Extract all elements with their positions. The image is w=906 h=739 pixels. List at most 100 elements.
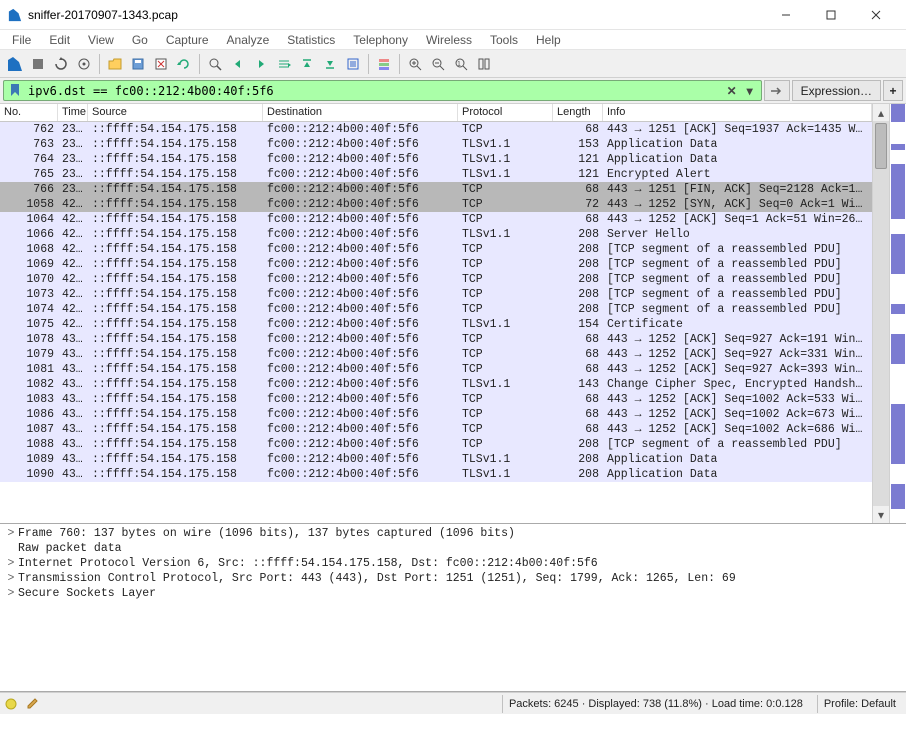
packet-list-header[interactable]: No. Time Source Destination Protocol Len…: [0, 104, 872, 122]
packet-row[interactable]: 106942…::ffff:54.154.175.158fc00::212:4b…: [0, 257, 872, 272]
scroll-up-icon[interactable]: ▴: [873, 104, 889, 121]
add-filter-button[interactable]: +: [883, 80, 903, 101]
packet-row[interactable]: 107943…::ffff:54.154.175.158fc00::212:4b…: [0, 347, 872, 362]
packet-row[interactable]: 106842…::ffff:54.154.175.158fc00::212:4b…: [0, 242, 872, 257]
filter-input-wrapper: ✕ ▾: [3, 80, 762, 101]
packet-minimap[interactable]: [889, 104, 906, 523]
go-forward-button[interactable]: [250, 53, 272, 75]
edit-capture-comment-icon[interactable]: [26, 697, 40, 711]
col-header-time[interactable]: Time: [58, 104, 88, 121]
packet-row[interactable]: 108243…::ffff:54.154.175.158fc00::212:4b…: [0, 377, 872, 392]
minimize-button[interactable]: [763, 1, 808, 29]
packet-row[interactable]: 108943…::ffff:54.154.175.158fc00::212:4b…: [0, 452, 872, 467]
scroll-track[interactable]: [873, 121, 889, 506]
close-file-button[interactable]: [150, 53, 172, 75]
menu-telephony[interactable]: Telephony: [345, 31, 416, 49]
apply-filter-button[interactable]: [764, 80, 790, 101]
menu-help[interactable]: Help: [528, 31, 569, 49]
save-file-button[interactable]: [127, 53, 149, 75]
menu-bar: File Edit View Go Capture Analyze Statis…: [0, 30, 906, 50]
auto-scroll-button[interactable]: [342, 53, 364, 75]
open-file-button[interactable]: [104, 53, 126, 75]
filter-dropdown-icon[interactable]: ▾: [741, 84, 759, 98]
close-button[interactable]: [853, 1, 898, 29]
col-header-no[interactable]: No.: [0, 104, 58, 121]
maximize-button[interactable]: [808, 1, 853, 29]
packet-details-pane[interactable]: >Frame 760: 137 bytes on wire (1096 bits…: [0, 524, 906, 692]
chevron-right-icon: >: [4, 587, 18, 600]
packet-row[interactable]: 107542…::ffff:54.154.175.158fc00::212:4b…: [0, 317, 872, 332]
packet-row[interactable]: 108843…::ffff:54.154.175.158fc00::212:4b…: [0, 437, 872, 452]
scroll-thumb[interactable]: [875, 123, 887, 169]
zoom-in-button[interactable]: [404, 53, 426, 75]
col-header-length[interactable]: Length: [553, 104, 603, 121]
details-item[interactable]: >Frame 760: 137 bytes on wire (1096 bits…: [4, 526, 902, 541]
packet-row[interactable]: 108143…::ffff:54.154.175.158fc00::212:4b…: [0, 362, 872, 377]
col-header-destination[interactable]: Destination: [263, 104, 458, 121]
find-packet-button[interactable]: [204, 53, 226, 75]
packet-row[interactable]: 106642…::ffff:54.154.175.158fc00::212:4b…: [0, 227, 872, 242]
reload-file-button[interactable]: [173, 53, 195, 75]
details-item[interactable]: Raw packet data: [4, 541, 902, 556]
menu-statistics[interactable]: Statistics: [279, 31, 343, 49]
details-item[interactable]: >Internet Protocol Version 6, Src: ::fff…: [4, 556, 902, 571]
filter-bar: ✕ ▾ Expression… +: [0, 78, 906, 104]
resize-columns-button[interactable]: [473, 53, 495, 75]
packet-row[interactable]: 109043…::ffff:54.154.175.158fc00::212:4b…: [0, 467, 872, 482]
packet-row[interactable]: 107442…::ffff:54.154.175.158fc00::212:4b…: [0, 302, 872, 317]
menu-file[interactable]: File: [4, 31, 39, 49]
zoom-reset-button[interactable]: 1: [450, 53, 472, 75]
menu-edit[interactable]: Edit: [41, 31, 78, 49]
details-item[interactable]: >Secure Sockets Layer: [4, 586, 902, 601]
expert-info-icon[interactable]: [4, 697, 18, 711]
packet-row[interactable]: 76323…::ffff:54.154.175.158fc00::212:4b0…: [0, 137, 872, 152]
scroll-down-icon[interactable]: ▾: [873, 506, 889, 523]
packet-row[interactable]: 76223…::ffff:54.154.175.158fc00::212:4b0…: [0, 122, 872, 137]
menu-analyze[interactable]: Analyze: [219, 31, 278, 49]
wireshark-fin-icon: [8, 8, 22, 22]
window-title: sniffer-20170907-1343.pcap: [28, 8, 763, 22]
packet-row[interactable]: 76423…::ffff:54.154.175.158fc00::212:4b0…: [0, 152, 872, 167]
packet-row[interactable]: 106442…::ffff:54.154.175.158fc00::212:4b…: [0, 212, 872, 227]
packet-row[interactable]: 107843…::ffff:54.154.175.158fc00::212:4b…: [0, 332, 872, 347]
packet-list-pane: No. Time Source Destination Protocol Len…: [0, 104, 906, 524]
packet-row[interactable]: 107342…::ffff:54.154.175.158fc00::212:4b…: [0, 287, 872, 302]
restart-capture-button[interactable]: [50, 53, 72, 75]
menu-tools[interactable]: Tools: [482, 31, 526, 49]
menu-capture[interactable]: Capture: [158, 31, 217, 49]
status-bar: Packets: 6245 · Displayed: 738 (11.8%) ·…: [0, 692, 906, 714]
menu-wireless[interactable]: Wireless: [418, 31, 480, 49]
stop-capture-button[interactable]: [27, 53, 49, 75]
go-last-button[interactable]: [319, 53, 341, 75]
col-header-source[interactable]: Source: [88, 104, 263, 121]
capture-options-button[interactable]: [73, 53, 95, 75]
expression-button[interactable]: Expression…: [792, 80, 881, 101]
menu-go[interactable]: Go: [124, 31, 156, 49]
packet-row[interactable]: 108743…::ffff:54.154.175.158fc00::212:4b…: [0, 422, 872, 437]
col-header-info[interactable]: Info: [603, 104, 872, 121]
go-to-packet-button[interactable]: [273, 53, 295, 75]
zoom-out-button[interactable]: [427, 53, 449, 75]
packet-list[interactable]: No. Time Source Destination Protocol Len…: [0, 104, 872, 523]
display-filter-input[interactable]: [26, 82, 723, 100]
go-first-button[interactable]: [296, 53, 318, 75]
chevron-right-icon: >: [4, 557, 18, 570]
packet-list-scrollbar[interactable]: ▴ ▾: [872, 104, 889, 523]
colorize-button[interactable]: [373, 53, 395, 75]
status-packet-counts: Packets: 6245 · Displayed: 738 (11.8%) ·…: [502, 695, 809, 713]
title-bar: sniffer-20170907-1343.pcap: [0, 0, 906, 30]
start-capture-button[interactable]: [4, 53, 26, 75]
col-header-protocol[interactable]: Protocol: [458, 104, 553, 121]
status-profile[interactable]: Profile: Default: [817, 695, 902, 713]
packet-row[interactable]: 105842…::ffff:54.154.175.158fc00::212:4b…: [0, 197, 872, 212]
details-item[interactable]: >Transmission Control Protocol, Src Port…: [4, 571, 902, 586]
packet-row[interactable]: 76523…::ffff:54.154.175.158fc00::212:4b0…: [0, 167, 872, 182]
bookmark-icon[interactable]: [8, 83, 24, 99]
packet-row[interactable]: 76623…::ffff:54.154.175.158fc00::212:4b0…: [0, 182, 872, 197]
packet-row[interactable]: 108343…::ffff:54.154.175.158fc00::212:4b…: [0, 392, 872, 407]
go-back-button[interactable]: [227, 53, 249, 75]
packet-row[interactable]: 107042…::ffff:54.154.175.158fc00::212:4b…: [0, 272, 872, 287]
clear-filter-icon[interactable]: ✕: [723, 84, 741, 98]
menu-view[interactable]: View: [80, 31, 122, 49]
packet-row[interactable]: 108643…::ffff:54.154.175.158fc00::212:4b…: [0, 407, 872, 422]
